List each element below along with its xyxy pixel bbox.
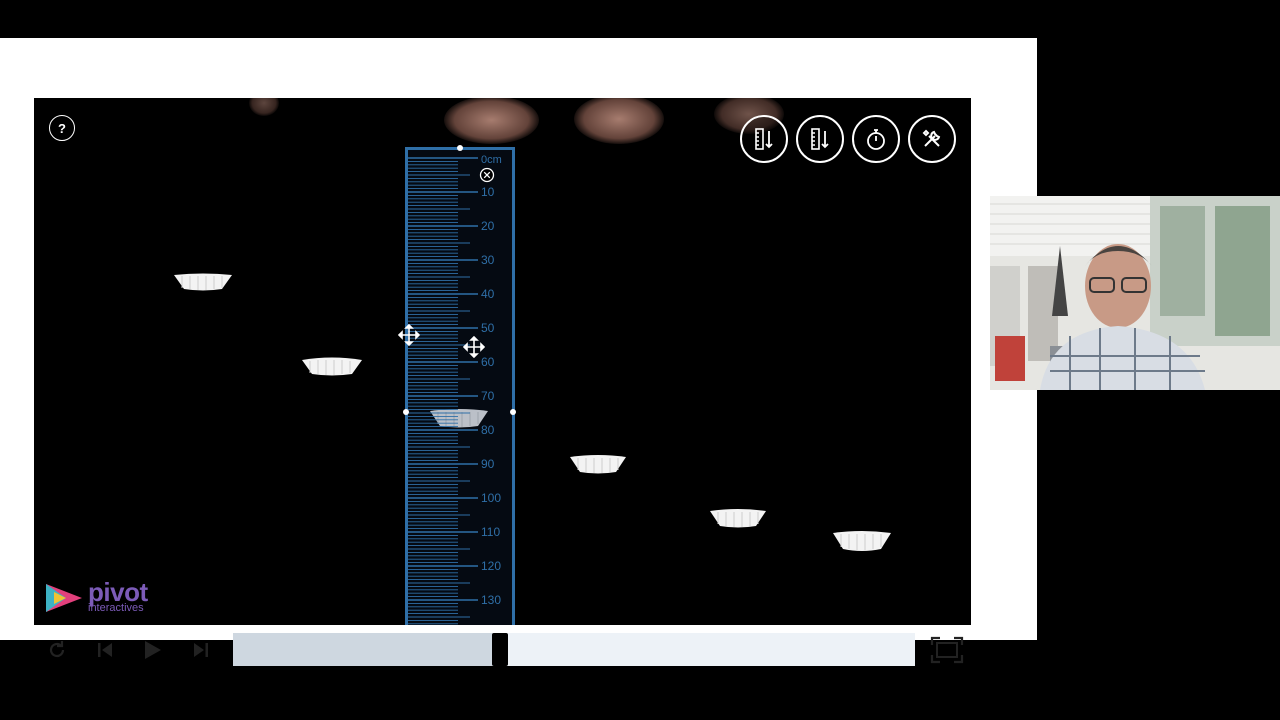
coffee-filter bbox=[833, 531, 891, 551]
play-button[interactable] bbox=[137, 635, 167, 665]
ruler-tool-2-button[interactable] bbox=[796, 115, 844, 163]
step-forward-button[interactable] bbox=[186, 635, 216, 665]
coffee-filter bbox=[710, 509, 766, 528]
help-button[interactable]: ? bbox=[49, 115, 75, 141]
logo-sub: interactives bbox=[88, 602, 144, 614]
ruler-close-icon[interactable] bbox=[479, 167, 495, 183]
fullscreen-button[interactable] bbox=[929, 635, 965, 665]
ruler-tick-label: 30 bbox=[481, 253, 495, 267]
pivot-interactives-logo: pivot interactives bbox=[44, 577, 148, 614]
play-icon bbox=[145, 641, 161, 659]
ruler-tick-label: 40 bbox=[481, 287, 495, 301]
ruler-tick-label: 90 bbox=[481, 457, 495, 471]
video-player-panel: ? 0cm 10 20 30 40 50 60 70 80 90 100 110… bbox=[0, 38, 1037, 666]
coffee-filter bbox=[174, 273, 232, 291]
help-label: ? bbox=[58, 120, 66, 136]
presenter-webcam-image bbox=[990, 196, 1280, 390]
ruler-tick-label: 80 bbox=[481, 423, 495, 437]
pivot-logo-mark-icon bbox=[46, 583, 82, 612]
ruler-arrow-icon bbox=[811, 128, 829, 150]
ruler-arrow-icon bbox=[755, 128, 773, 150]
timeline-scrubber[interactable] bbox=[233, 633, 915, 666]
timeline-progress bbox=[233, 633, 499, 666]
ruler-tick-label: 120 bbox=[481, 559, 501, 573]
logo-word: pivot bbox=[88, 577, 148, 607]
ruler-left-handle[interactable] bbox=[403, 409, 409, 415]
measurement-toolbar bbox=[740, 115, 956, 163]
ruler-tick-label: 10 bbox=[481, 185, 495, 199]
ruler-tick-label: 130 bbox=[481, 593, 501, 607]
move-icon[interactable] bbox=[398, 324, 420, 346]
ruler-tick-label: 100 bbox=[481, 491, 501, 505]
playback-controls bbox=[34, 625, 971, 675]
stopwatch-button[interactable] bbox=[852, 115, 900, 163]
hand-silhouette bbox=[249, 98, 279, 116]
hand-silhouette bbox=[444, 98, 539, 144]
step-back-button[interactable] bbox=[90, 635, 120, 665]
ruler-tick-label: 20 bbox=[481, 219, 495, 233]
hand-silhouette bbox=[574, 98, 664, 144]
step-back-icon bbox=[98, 643, 112, 657]
stopwatch-icon bbox=[867, 129, 885, 150]
timeline-thumb[interactable] bbox=[492, 633, 508, 666]
ruler-tick-label: 50 bbox=[481, 321, 495, 335]
replay-icon bbox=[49, 641, 65, 658]
ruler-unit-label: 0cm bbox=[481, 154, 502, 166]
fullscreen-icon bbox=[930, 636, 964, 664]
ruler-scale: 0cm102030405060708090100110120130 bbox=[408, 154, 502, 625]
presenter-webcam bbox=[990, 196, 1280, 390]
ruler-tick-label: 70 bbox=[481, 389, 495, 403]
step-forward-icon bbox=[194, 643, 208, 657]
coffee-filter bbox=[570, 455, 626, 474]
ruler-tick-label: 110 bbox=[481, 525, 500, 539]
ruler-right-handle[interactable] bbox=[510, 409, 516, 415]
video-frame[interactable]: ? 0cm 10 20 30 40 50 60 70 80 90 100 110… bbox=[34, 98, 971, 625]
ruler-top-handle[interactable] bbox=[457, 145, 463, 151]
wrench-screwdriver-icon bbox=[922, 129, 941, 147]
coffee-filter bbox=[302, 357, 362, 376]
replay-button[interactable] bbox=[42, 635, 72, 665]
measurement-ruler[interactable]: 0cm 10 20 30 40 50 60 70 80 90 100 110 120 130 bbox=[405, 147, 515, 625]
ruler-tool-1-button[interactable] bbox=[740, 115, 788, 163]
settings-tools-button[interactable] bbox=[908, 115, 956, 163]
move-icon[interactable] bbox=[463, 336, 485, 358]
